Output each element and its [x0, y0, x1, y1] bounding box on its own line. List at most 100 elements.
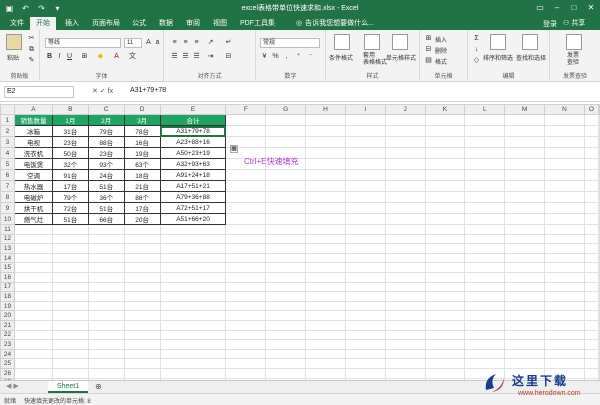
cell-b18[interactable]: [51, 291, 89, 302]
cell-m24[interactable]: [504, 348, 546, 360]
cell-m23[interactable]: [504, 339, 546, 350]
cell-n17[interactable]: [544, 281, 585, 293]
cell-e12[interactable]: [159, 233, 227, 245]
cell-m9[interactable]: [504, 202, 546, 214]
column-header-m[interactable]: M: [504, 104, 546, 115]
column-header-b[interactable]: B: [51, 104, 89, 115]
cell-n6[interactable]: [544, 169, 585, 181]
cell-o11[interactable]: [583, 224, 600, 235]
cell-i24[interactable]: [344, 348, 386, 360]
cell-d22[interactable]: [123, 329, 161, 341]
cell-i17[interactable]: [344, 281, 386, 293]
column-header-n[interactable]: N: [544, 104, 585, 115]
cell-h10[interactable]: [305, 213, 346, 225]
bold-icon[interactable]: B: [45, 52, 54, 61]
cell-c5[interactable]: 93个: [87, 158, 125, 170]
cell-i23[interactable]: [344, 339, 386, 350]
cell-o25[interactable]: [583, 358, 600, 369]
cell-g23[interactable]: [265, 339, 307, 350]
cell-o23[interactable]: [583, 339, 600, 350]
cell-g15[interactable]: [265, 262, 307, 273]
cell-j20[interactable]: [384, 310, 426, 321]
cell-e14[interactable]: [159, 252, 227, 264]
cell-j13[interactable]: [384, 243, 426, 254]
cell-f2[interactable]: [225, 125, 267, 137]
number-format-select[interactable]: 常规: [260, 38, 320, 48]
cell-b12[interactable]: [51, 233, 89, 245]
cell-g22[interactable]: [265, 329, 307, 341]
column-header-o[interactable]: O: [583, 104, 600, 115]
minimize-icon[interactable]: –: [550, 1, 564, 14]
cell-k9[interactable]: [424, 202, 466, 214]
cell-n10[interactable]: [544, 213, 585, 225]
column-header-h[interactable]: H: [305, 104, 346, 115]
cell-i9[interactable]: [344, 202, 386, 214]
cell-d17[interactable]: [123, 281, 161, 293]
cell-f11[interactable]: [225, 224, 267, 235]
row-header-23[interactable]: 23: [0, 339, 15, 350]
column-header-a[interactable]: A: [13, 104, 53, 115]
cell-k4[interactable]: [424, 147, 466, 159]
cell-g10[interactable]: [265, 213, 307, 225]
row-header-25[interactable]: 25: [0, 358, 15, 369]
cell-h24[interactable]: [305, 348, 346, 360]
percent-icon[interactable]: %: [271, 52, 280, 61]
cell-g11[interactable]: [265, 224, 307, 235]
cell-c14[interactable]: [87, 252, 125, 264]
cell-n22[interactable]: [544, 329, 585, 341]
cell-o16[interactable]: [583, 271, 600, 283]
cell-g19[interactable]: [265, 300, 307, 312]
formula-input[interactable]: A31+79+78: [130, 87, 166, 94]
cell-k10[interactable]: [424, 213, 466, 225]
cell-d12[interactable]: [123, 233, 161, 245]
row-header-13[interactable]: 13: [0, 243, 15, 254]
row-header-16[interactable]: 16: [0, 271, 15, 283]
cell-m5[interactable]: [504, 158, 546, 170]
cell-l22[interactable]: [464, 329, 506, 341]
cell-h3[interactable]: [305, 136, 346, 148]
cell-n23[interactable]: [544, 339, 585, 350]
cell-o12[interactable]: [583, 233, 600, 245]
cell-i10[interactable]: [344, 213, 386, 225]
cell-o15[interactable]: [583, 262, 600, 273]
cell-d24[interactable]: [123, 348, 161, 360]
cell-n20[interactable]: [544, 310, 585, 321]
cell-h4[interactable]: [305, 147, 346, 159]
cell-o17[interactable]: [583, 281, 600, 293]
cell-m22[interactable]: [504, 329, 546, 341]
cell-g14[interactable]: [265, 252, 307, 264]
tab-file[interactable]: 文件: [4, 17, 30, 30]
cell-j23[interactable]: [384, 339, 426, 350]
cell-j21[interactable]: [384, 319, 426, 331]
cell-n16[interactable]: [544, 271, 585, 283]
cell-n5[interactable]: [544, 158, 585, 170]
cell-n25[interactable]: [544, 358, 585, 369]
cell-m21[interactable]: [504, 319, 546, 331]
cell-e3[interactable]: A23+88+16: [159, 136, 227, 148]
column-header-k[interactable]: K: [424, 104, 466, 115]
name-box[interactable]: E2: [4, 86, 74, 98]
cell-a23[interactable]: [13, 339, 53, 350]
cell-a13[interactable]: [13, 243, 53, 254]
cell-l25[interactable]: [464, 358, 506, 369]
cell-c18[interactable]: [87, 291, 125, 302]
cell-f10[interactable]: [225, 213, 267, 225]
cell-j18[interactable]: [384, 291, 426, 302]
cell-n18[interactable]: [544, 291, 585, 302]
cell-g12[interactable]: [265, 233, 307, 245]
wrap-text-icon[interactable]: ↵: [224, 38, 233, 47]
cell-h23[interactable]: [305, 339, 346, 350]
tab-pdf-tools[interactable]: PDF工具集: [234, 17, 281, 30]
cell-h9[interactable]: [305, 202, 346, 214]
fill-color-icon[interactable]: ◆: [96, 52, 105, 61]
cell-j11[interactable]: [384, 224, 426, 235]
cell-f8[interactable]: [225, 191, 267, 203]
cell-e24[interactable]: [159, 348, 227, 360]
cell-f9[interactable]: [225, 202, 267, 214]
cell-e8[interactable]: A79+36+88: [159, 191, 227, 203]
cell-k23[interactable]: [424, 339, 466, 350]
shrink-font-icon[interactable]: a: [153, 38, 162, 47]
cell-j24[interactable]: [384, 348, 426, 360]
cell-o19[interactable]: [583, 300, 600, 312]
cell-l11[interactable]: [464, 224, 506, 235]
